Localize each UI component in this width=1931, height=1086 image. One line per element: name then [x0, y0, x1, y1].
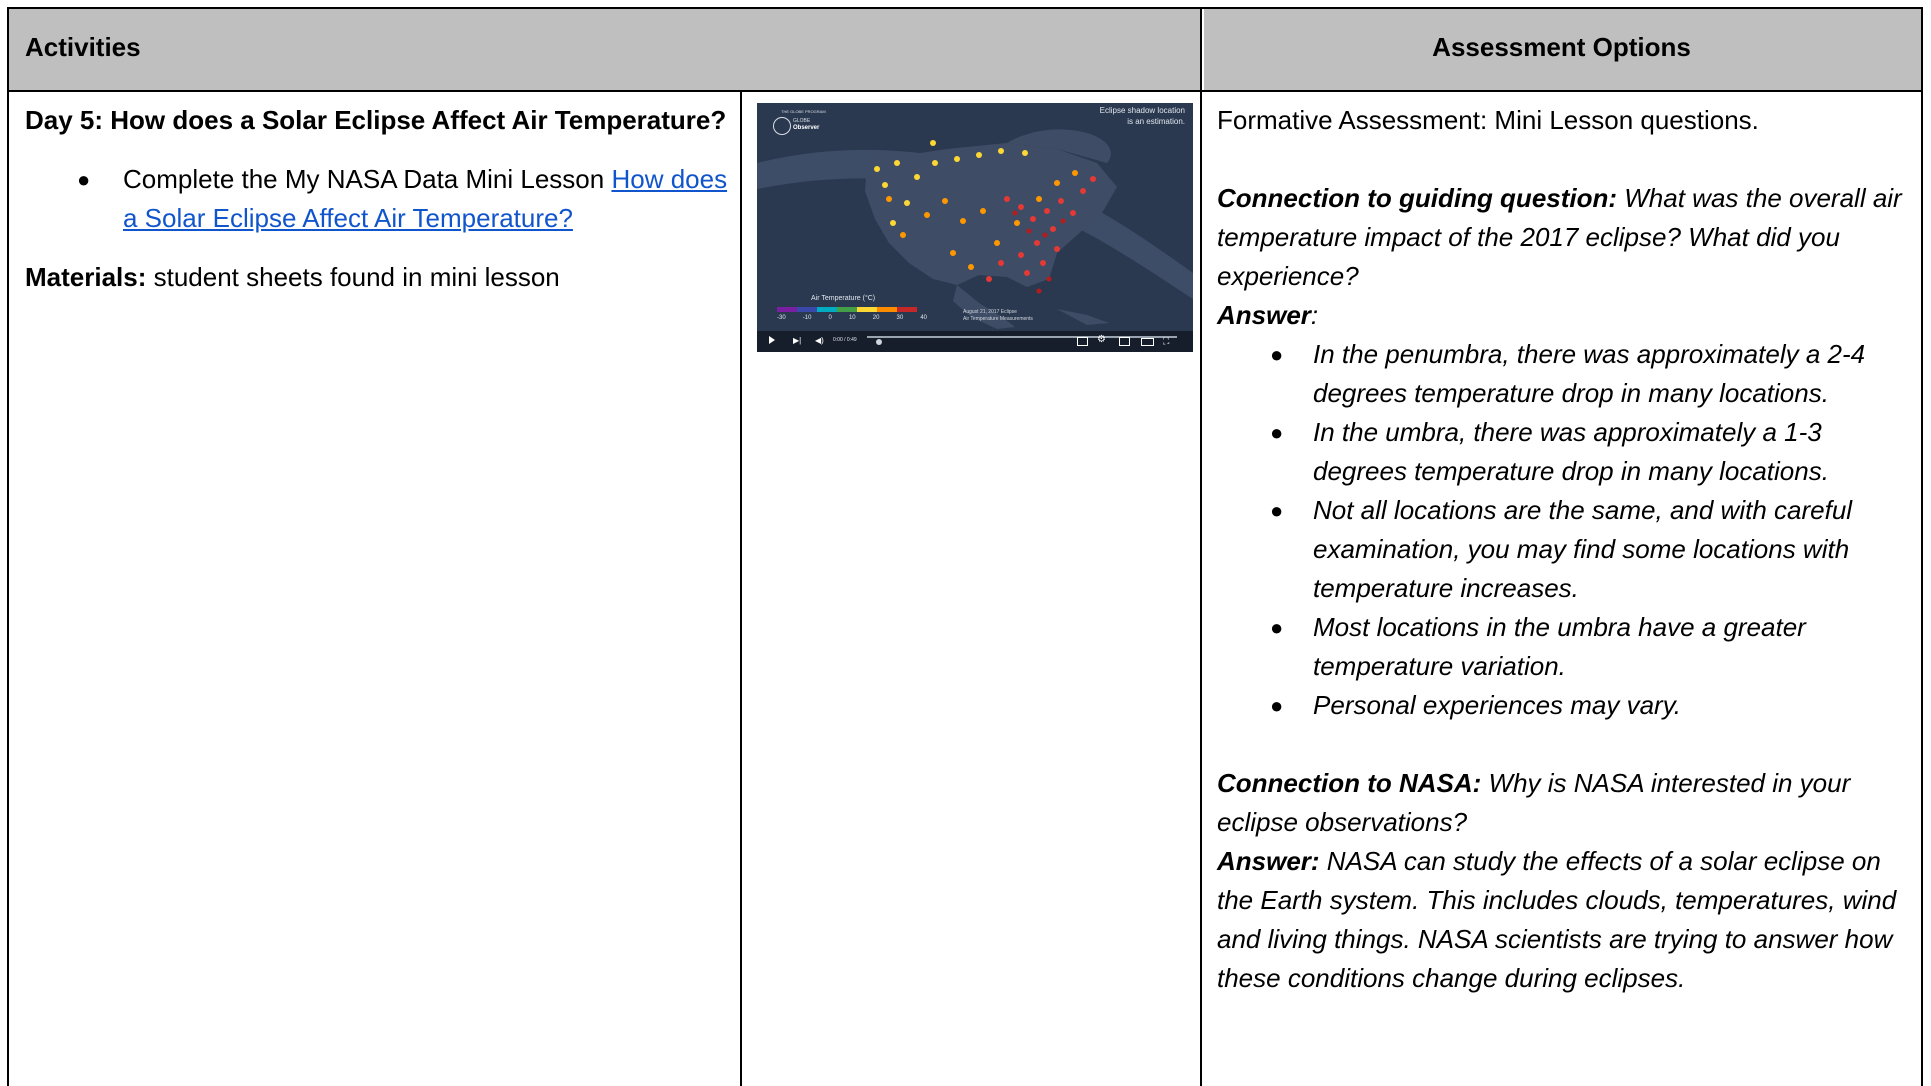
answer-label: Answer: [1217, 300, 1311, 330]
border-header-bottom: [7, 90, 1923, 92]
bullet-dot: ●: [1270, 420, 1284, 445]
legend-tick: 0: [828, 315, 832, 321]
header-activities: Activities: [25, 32, 141, 62]
answer-text: Not all locations are the same, and with…: [1313, 495, 1853, 603]
answer-text: In the penumbra, there was approximately…: [1313, 339, 1866, 408]
border-right: [1921, 7, 1923, 1086]
answer-item: ● In the penumbra, there was approximatel…: [1217, 335, 1917, 413]
answer-text: In the umbra, there was approximately a …: [1313, 417, 1829, 486]
nasa-answer-text: NASA can study the effects of a solar ec…: [1217, 846, 1897, 993]
lesson-table: Activities Assessment Options Day 5: How…: [7, 7, 1923, 1086]
border-inner: [740, 90, 742, 1086]
assessment-cell: Formative Assessment: Mini Lesson questi…: [1217, 101, 1917, 998]
header-assessment: Assessment Options: [1432, 32, 1691, 62]
next-icon[interactable]: ▶|: [793, 336, 801, 345]
brand-line1: GLOBE: [793, 118, 811, 124]
shadow-note-2: is an estimation.: [1127, 117, 1185, 126]
nasa-answer: Answer: NASA can study the effects of a …: [1217, 842, 1917, 998]
legend-ticks: -30 -10 0 10 20 30 40: [777, 315, 927, 321]
bullet-dot: ●: [1270, 498, 1284, 523]
legend-tick: 20: [872, 315, 880, 321]
legend-tick: 10: [848, 315, 856, 321]
legend-tick: 30: [896, 315, 904, 321]
brand-small: THE GLOBE PROGRAM: [781, 109, 826, 114]
theater-icon[interactable]: [1141, 338, 1154, 346]
nasa-answer-label: Answer:: [1217, 846, 1320, 876]
answer-item: ● In the umbra, there was approximately a…: [1217, 413, 1917, 491]
answer-heading: Answer:: [1217, 296, 1917, 335]
activity-bullet-text: Complete the My NASA Data Mini Lesson Ho…: [103, 160, 731, 238]
border-middle: [1200, 7, 1202, 1086]
answer-item: ● Personal experiences may vary.: [1217, 686, 1917, 725]
miniplayer-icon[interactable]: [1119, 337, 1130, 346]
guiding-question: Connection to guiding question: What was…: [1217, 179, 1917, 296]
border-left: [7, 7, 9, 1086]
captions-icon[interactable]: [1077, 337, 1088, 346]
guiding-question-label: Connection to guiding question:: [1217, 183, 1618, 213]
bullet-prefix: Complete the My NASA Data Mini Lesson: [123, 164, 612, 194]
formative-assessment: Formative Assessment: Mini Lesson questi…: [1217, 105, 1759, 135]
materials-line: Materials: student sheets found in mini …: [25, 258, 731, 297]
bullet-dot: ●: [1270, 615, 1284, 640]
brand-line2: Observer: [793, 125, 820, 131]
volume-icon[interactable]: ◀): [815, 336, 824, 345]
answer-list: ● In the penumbra, there was approximatel…: [1217, 335, 1917, 725]
day-title: Day 5: How does a Solar Eclipse Affect A…: [25, 105, 727, 135]
nasa-question-label: Connection to NASA:: [1217, 768, 1482, 798]
date-line1: August 21, 2017 Eclipse: [963, 309, 1017, 315]
legend-tick: -10: [802, 315, 812, 321]
settings-icon[interactable]: ⚙: [1097, 334, 1106, 346]
shadow-note-1: Eclipse shadow location: [1099, 106, 1185, 115]
video-player[interactable]: THE GLOBE PROGRAM GLOBE Observer Eclipse…: [757, 103, 1193, 352]
answer-text: Personal experiences may vary.: [1313, 690, 1682, 720]
answer-item: ● Not all locations are the same, and wit…: [1217, 491, 1917, 608]
legend-tick: 40: [920, 315, 927, 321]
activities-cell: Day 5: How does a Solar Eclipse Affect A…: [25, 101, 731, 297]
header-activities-bg: [9, 9, 1200, 90]
date-line2: Air Temperature Measurements: [963, 316, 1033, 322]
answer-colon: :: [1310, 300, 1319, 330]
materials-label: Materials:: [25, 262, 147, 292]
play-icon[interactable]: [769, 336, 775, 344]
time-display: 0:00 / 0:49: [833, 337, 857, 343]
fullscreen-icon[interactable]: ⛶: [1163, 336, 1169, 346]
activity-bullet: ● Complete the My NASA Data Mini Lesson …: [25, 160, 731, 238]
answer-text: Most locations in the umbra have a great…: [1313, 612, 1806, 681]
answer-item: ● Most locations in the umbra have a grea…: [1217, 608, 1917, 686]
bullet-dot: ●: [1270, 342, 1284, 367]
nasa-question: Connection to NASA: Why is NASA interest…: [1217, 764, 1917, 842]
globe-logo-icon: [773, 117, 791, 135]
bullet-dot: ●: [77, 167, 91, 192]
legend-tick: -30: [777, 315, 786, 321]
legend-title: Air Temperature (°C): [811, 295, 876, 302]
materials-text: student sheets found in mini lesson: [146, 262, 560, 292]
bullet-dot: ●: [1270, 693, 1284, 718]
